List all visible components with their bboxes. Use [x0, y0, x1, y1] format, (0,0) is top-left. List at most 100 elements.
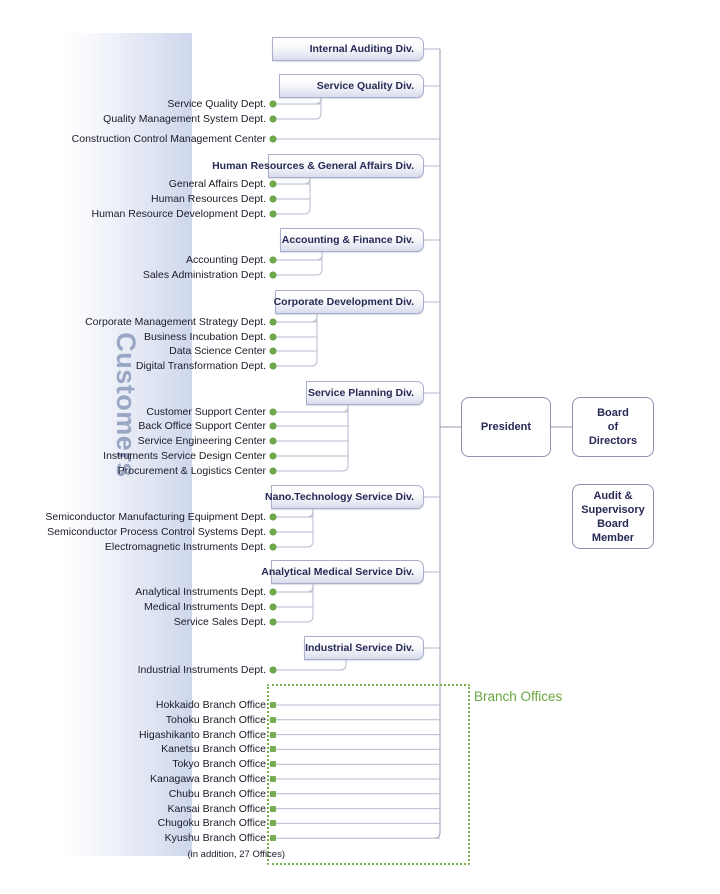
branch-office-label: Chubu Branch Office [168, 787, 266, 800]
division-box-industrial-service[interactable]: Industrial Service Div. [304, 636, 424, 660]
department-label: Semiconductor Process Control Systems De… [47, 526, 266, 538]
department-bullet-icon [270, 529, 276, 535]
exec-box-audit-supervisory-board-member[interactable]: Audit & Supervisory Board Member [572, 484, 654, 549]
department-row: Service Sales Dept. [0, 616, 266, 628]
division-box-label: Corporate Development Div. [273, 296, 414, 308]
department-bullet-icon [270, 136, 276, 142]
division-box-label: Human Resources & General Affairs Div. [212, 160, 414, 172]
division-box-nano-technology-service[interactable]: Nano.Technology Service Div. [265, 485, 424, 509]
branch-office-label: Chugoku Branch Office [157, 817, 266, 830]
department-row: Sales Administration Dept. [0, 269, 266, 281]
department-label: Analytical Instruments Dept. [135, 586, 266, 598]
division-box-analytical-medical-service[interactable]: Analytical Medical Service Div. [261, 560, 424, 584]
department-label: Semiconductor Manufacturing Equipment De… [45, 511, 266, 523]
branch-office-bullet-icon [270, 790, 276, 797]
department-row: Medical Instruments Dept. [0, 601, 266, 613]
department-bullet-icon [270, 604, 276, 610]
branch-office-label: Tohoku Branch Office [165, 713, 266, 726]
department-bullet-icon [270, 116, 276, 122]
department-label: Sales Administration Dept. [142, 269, 266, 281]
division-box-internal-auditing[interactable]: Internal Auditing Div. [272, 37, 424, 61]
department-label: Digital Transformation Dept. [135, 360, 266, 372]
department-bullet-icon [270, 348, 276, 354]
department-bullet-icon [270, 409, 276, 415]
branch-office-bullet-icon [270, 731, 276, 738]
branch-office-bullet-icon [270, 702, 276, 708]
department-label: Human Resource Development Dept. [91, 208, 266, 220]
department-label: Customer Support Center [146, 406, 266, 418]
department-label: General Affairs Dept. [168, 178, 266, 190]
branch-office-label: Kanetsu Branch Office [161, 743, 266, 756]
branch-office-label: Higashikanto Branch Office [138, 728, 266, 741]
branch-office-label: Kyushu Branch Office [164, 832, 266, 845]
department-bullet-icon [270, 272, 276, 278]
exec-box-audit-supervisory-board-member-label: Audit & Supervisory Board Member [581, 489, 645, 544]
exec-box-president[interactable]: President [461, 397, 551, 457]
branch-office-row: Hokkaido Branch Office [0, 699, 266, 711]
department-label: Procurement & Logistics Center [117, 465, 266, 477]
department-row: Semiconductor Process Control Systems De… [0, 526, 266, 538]
department-bullet-icon [270, 181, 276, 187]
branch-office-row: Kanagawa Branch Office [0, 773, 266, 785]
department-row: Semiconductor Manufacturing Equipment De… [0, 511, 266, 523]
branch-offices-note: (in addition, 27 Offices) [187, 849, 285, 860]
department-row: Service Quality Dept. [0, 98, 266, 110]
department-row: Corporate Management Strategy Dept. [0, 316, 266, 328]
branch-office-bullet-icon [270, 820, 276, 827]
department-bullet-icon [270, 438, 276, 444]
department-row: Human Resource Development Dept. [0, 208, 266, 220]
branch-office-label: Hokkaido Branch Office [155, 699, 266, 711]
branch-office-row: Kyushu Branch Office [0, 832, 266, 844]
branch-offices-region [267, 684, 470, 865]
division-box-human-resources-general-affairs[interactable]: Human Resources & General Affairs Div. [212, 154, 424, 178]
department-bullet-icon [270, 319, 276, 325]
exec-box-board-of-directors[interactable]: Board of Directors [572, 397, 654, 457]
department-bullet-icon [270, 468, 276, 474]
department-row: Construction Control Management Center [0, 133, 266, 145]
division-box-label: Analytical Medical Service Div. [261, 566, 414, 578]
branch-office-label: Tokyo Branch Office [172, 758, 266, 771]
branch-office-row: Tohoku Branch Office [0, 714, 266, 726]
division-box-label: Accounting & Finance Div. [281, 234, 414, 246]
department-bullet-icon [270, 589, 276, 595]
branch-office-bullet-icon [270, 761, 276, 768]
branch-office-bullet-icon [270, 776, 276, 782]
department-bullet-icon [270, 363, 276, 369]
department-bullet-icon [270, 257, 276, 263]
division-box-service-planning[interactable]: Service Planning Div. [306, 381, 424, 405]
division-box-corporate-development[interactable]: Corporate Development Div. [273, 290, 424, 314]
department-bullet-icon [270, 423, 276, 429]
division-box-label: Nano.Technology Service Div. [265, 491, 414, 503]
department-label: Electromagnetic Instruments Dept. [104, 541, 266, 553]
department-label: Corporate Management Strategy Dept. [85, 316, 266, 328]
department-row: Customer Support Center [0, 406, 266, 418]
department-bullet-icon [270, 101, 276, 107]
division-box-service-quality[interactable]: Service Quality Div. [279, 74, 424, 98]
division-box-accounting-finance[interactable]: Accounting & Finance Div. [280, 228, 424, 252]
branch-office-bullet-icon [270, 746, 276, 753]
department-row: Industrial Instruments Dept. [0, 664, 266, 676]
branch-office-label: Kanagawa Branch Office [150, 773, 266, 785]
department-label: Business Incubation Dept. [144, 331, 266, 343]
department-bullet-icon [270, 619, 276, 625]
department-bullet-icon [270, 544, 276, 550]
department-row: Procurement & Logistics Center [0, 465, 266, 477]
department-label: Instruments Service Design Center [103, 450, 266, 462]
department-row: Human Resources Dept. [0, 193, 266, 205]
branch-office-label: Kansai Branch Office [167, 802, 266, 815]
department-row: Data Science Center [0, 345, 266, 357]
department-bullet-icon [270, 334, 276, 340]
branch-office-row: Kanetsu Branch Office [0, 743, 266, 755]
department-label: Quality Management System Dept. [103, 113, 266, 125]
department-label: Industrial Instruments Dept. [137, 664, 266, 676]
department-row: General Affairs Dept. [0, 178, 266, 190]
branch-office-row: Higashikanto Branch Office [0, 729, 266, 741]
branch-office-row: Chubu Branch Office [0, 788, 266, 800]
branch-office-row: Chugoku Branch Office [0, 817, 266, 829]
exec-box-president-label: President [480, 421, 532, 433]
branch-offices-title: Branch Offices [474, 689, 563, 704]
department-label: Data Science Center [169, 345, 266, 357]
department-bullet-icon [270, 453, 276, 459]
department-label: Back Office Support Center [138, 420, 266, 432]
department-label: Service Sales Dept. [173, 616, 266, 628]
